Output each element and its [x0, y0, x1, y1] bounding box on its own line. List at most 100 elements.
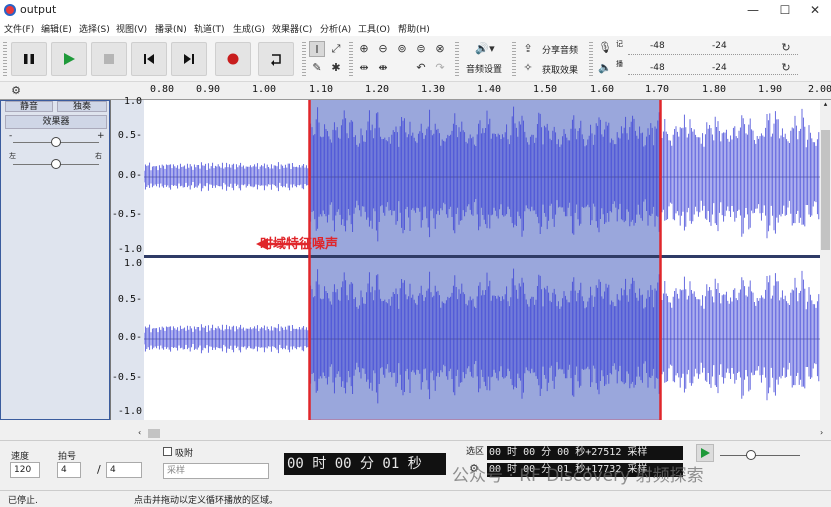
zoom-in-icon[interactable]: ⊕	[356, 41, 372, 57]
menu-record[interactable]: 播录(N)	[155, 22, 187, 35]
skip-end-button[interactable]	[171, 42, 207, 76]
loop-button[interactable]	[258, 42, 294, 76]
draw-tool-icon[interactable]: ✎	[309, 60, 325, 76]
audio-position-display[interactable]: 00 时 00 分 01 秒	[284, 453, 446, 475]
playback-speed-slider[interactable]	[720, 455, 800, 456]
app-icon	[4, 4, 16, 16]
speaker-icon[interactable]: 🔈	[597, 60, 613, 76]
scale-label: -0.5-	[111, 372, 142, 383]
zoom-toggle-icon[interactable]: ⊗	[432, 41, 448, 57]
gain-slider-handle[interactable]	[51, 137, 61, 147]
menu-file[interactable]: 文件(F)	[4, 22, 34, 35]
scale-label: 0.5-	[117, 130, 142, 141]
amplitude-scale[interactable]: 1.0 0.5- 0.0- -0.5- -1.0 1.0 0.5- 0.0- -…	[110, 96, 144, 420]
menu-tools[interactable]: 工具(O)	[358, 22, 390, 35]
play-button[interactable]	[51, 42, 87, 76]
toolbar-grip[interactable]	[455, 42, 459, 76]
ruler-tick-label: 1.20	[365, 84, 390, 95]
skip-start-button[interactable]	[131, 42, 167, 76]
menu-analyze[interactable]: 分析(A)	[320, 22, 351, 35]
ruler-tick-label: 0.80	[150, 84, 175, 95]
vertical-scrollbar[interactable]: ▴	[820, 100, 831, 420]
toolbar-grip[interactable]	[349, 42, 353, 76]
waveform-view[interactable]	[143, 88, 820, 423]
meter-tick: -48	[650, 63, 665, 73]
selection-tool-icon[interactable]: I	[309, 41, 325, 57]
meter-knob-icon[interactable]: ↻	[778, 40, 794, 56]
ruler-tick-label: 1.90	[758, 84, 783, 95]
scroll-up-icon[interactable]: ▴	[821, 100, 830, 108]
pan-left-label: 左	[9, 152, 16, 160]
silence-icon[interactable]: ⇼	[375, 60, 391, 76]
share-icon[interactable]: ⇪	[520, 41, 536, 57]
scroll-left-icon[interactable]: ‹	[138, 428, 146, 438]
zoom-selection-icon[interactable]: ⊚	[394, 41, 410, 57]
pause-button[interactable]	[11, 42, 47, 76]
toolbar-grip[interactable]	[302, 42, 306, 76]
horizontal-scrollbar[interactable]: ‹ ›	[0, 427, 831, 440]
horizontal-scroll-thumb[interactable]	[148, 429, 160, 438]
menu-bar: 文件(F) 编辑(E) 选择(S) 视图(V) 播录(N) 轨道(T) 生成(G…	[0, 20, 831, 36]
selection-region[interactable]	[309, 100, 661, 420]
get-effects-button[interactable]: 获取效果	[542, 63, 578, 76]
vertical-scroll-thumb[interactable]	[821, 130, 830, 250]
toolbar-grip[interactable]	[3, 42, 7, 76]
scale-label: 1.0	[123, 258, 142, 269]
scroll-right-icon[interactable]: ›	[820, 428, 828, 438]
menu-effects[interactable]: 效果器(C)	[272, 22, 312, 35]
stop-button[interactable]	[91, 42, 127, 76]
share-audio-button[interactable]: 分享音频	[542, 43, 578, 56]
ruler-tick-label: 1.50	[533, 84, 558, 95]
annotation-label: 时域特征噪声	[260, 237, 339, 252]
menu-select[interactable]: 选择(S)	[79, 22, 110, 35]
zoom-fit-icon[interactable]: ⊜	[413, 41, 429, 57]
status-bar: 已停止. 点击并拖动以定义循环播放的区域。	[0, 490, 831, 507]
effects-button[interactable]: 效果器	[5, 115, 107, 129]
microphone-icon[interactable]: 🎙	[597, 40, 613, 56]
zoom-out-icon[interactable]: ⊖	[375, 41, 391, 57]
toolbar-grip[interactable]	[589, 42, 593, 76]
play-icon	[701, 448, 710, 458]
envelope-tool-icon[interactable]: ⤢	[328, 41, 344, 57]
audio-setup-icon[interactable]: 🔊▾	[470, 41, 500, 57]
loop-icon	[271, 54, 281, 66]
redo-icon[interactable]: ↷	[432, 60, 448, 76]
toolbar-grip[interactable]	[512, 42, 516, 76]
menu-view[interactable]: 视图(V)	[116, 22, 147, 35]
solo-button[interactable]: 独奏	[57, 101, 107, 112]
ruler-tick-label: 1.40	[477, 84, 502, 95]
record-button[interactable]	[215, 42, 251, 76]
channel-divider	[144, 255, 820, 258]
snap-select[interactable]: 采样	[163, 463, 269, 479]
time-sig-denominator[interactable]: 4	[106, 462, 142, 478]
meter-knob-icon[interactable]: ↻	[778, 60, 794, 76]
ruler-tick-label: 0.90	[196, 84, 221, 95]
tempo-field[interactable]: 120	[10, 462, 40, 478]
play-at-speed-button[interactable]	[696, 444, 714, 462]
playback-speed-handle[interactable]	[746, 450, 756, 460]
menu-help[interactable]: 帮助(H)	[398, 22, 430, 35]
status-hint: 点击并拖动以定义循环播放的区域。	[134, 496, 279, 506]
ruler-tick-label: 1.80	[702, 84, 727, 95]
undo-icon[interactable]: ↶	[413, 60, 429, 76]
selection-label: 选区	[466, 447, 485, 457]
timeline-settings-icon[interactable]: ⚙	[8, 83, 24, 99]
trim-icon[interactable]: ⇹	[356, 60, 372, 76]
menu-edit[interactable]: 编辑(E)	[41, 22, 72, 35]
selection-start-display[interactable]: 00 时 00 分 00 秒+27512 采样	[487, 446, 683, 460]
plugin-icon[interactable]: ✧	[520, 60, 536, 76]
waveform-canvas[interactable]	[143, 88, 820, 423]
close-button[interactable]: ✕	[795, 0, 831, 20]
record-meter-label: 记	[616, 40, 623, 48]
menu-tracks[interactable]: 轨道(T)	[194, 22, 225, 35]
tempo-label: 速度	[11, 452, 30, 462]
audio-setup-label[interactable]: 音频设置	[466, 62, 502, 75]
mute-button[interactable]: 静音	[5, 101, 53, 112]
skip-start-icon	[144, 54, 154, 64]
pan-slider-handle[interactable]	[51, 159, 61, 169]
time-sig-numerator[interactable]: 4	[57, 462, 81, 478]
snap-checkbox[interactable]	[163, 447, 172, 456]
multi-tool-icon[interactable]: ✱	[328, 60, 344, 76]
menu-generate[interactable]: 生成(G)	[233, 22, 265, 35]
snap-label: 吸附	[175, 449, 194, 459]
